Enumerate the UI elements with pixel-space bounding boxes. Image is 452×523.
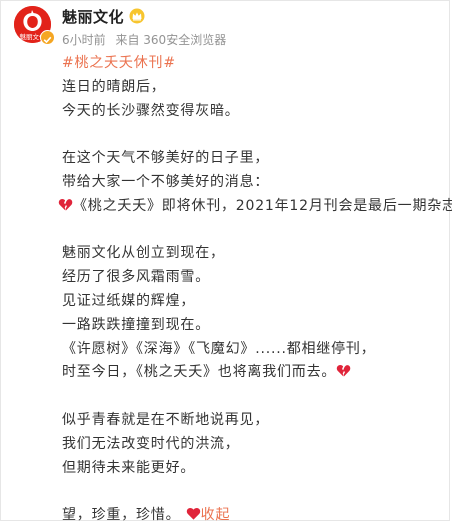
post-header: 魅丽文化 魅丽文化 6小时前 来自 360安全浏览器 [14,0,444,52]
crown-icon[interactable] [129,8,145,24]
content-line-with-icon: 望，珍重，珍惜。 收起 [62,504,442,523]
content-line-text: 《桃之夭夭》即将休刊，2021年12月刊会是最后一期杂志。 [73,197,452,214]
content-line: 《许愿树》《深海》《飞魔幻》......都相继停刊， [62,340,376,357]
broken-heart-icon [58,197,73,212]
verified-badge-icon [40,30,55,45]
collapse-link[interactable]: 收起 [201,507,231,523]
content-line: 魅丽文化从创立到现在， [62,245,225,262]
author-name[interactable]: 魅丽文化 [62,6,124,27]
content-line-with-icon: 时至今日，《桃之夭夭》也将离我们而去。 [62,361,442,385]
content-line-text: 时至今日，《桃之夭夭》也将离我们而去。 [62,364,337,381]
post-meta: 6小时前 来自 360安全浏览器 [62,31,226,48]
post-content: #桃之夭夭休刊# 连日的晴朗后， 今天的长沙骤然变得灰暗。 在这个天气不够美好的… [58,52,452,523]
topic-link[interactable]: #桃之夭夭休刊# [62,55,176,71]
content-line: 我们无法改变时代的洪流， [62,435,240,452]
content-line: 连日的晴朗后， [62,78,166,95]
content-line: 但期待未来能更好。 [62,459,196,476]
content-line: 经历了很多风霜雨雪。 [62,269,210,286]
content-line-text: 望，珍重，珍惜。 [62,507,181,523]
content-line: 一路跌跌撞撞到现在。 [62,316,210,333]
author-row: 魅丽文化 [62,6,145,26]
content-line: 带给大家一个不够美好的消息： [62,173,270,190]
content-line: 在这个天气不够美好的日子里， [62,150,270,167]
content-line: 今天的长沙骤然变得灰暗。 [62,102,240,119]
heart-icon [186,506,201,521]
content-line: 见证过纸媒的辉煌， [62,292,196,309]
weibo-post: 魅丽文化 魅丽文化 6小时前 来自 360安全浏览器 #桃之夭夭休刊# 连日的晴… [14,0,452,523]
content-line-with-icon: 《桃之夭夭》即将休刊，2021年12月刊会是最后一期杂志。 [58,195,452,219]
broken-heart-icon [336,363,351,378]
post-time[interactable]: 6小时前 [62,33,106,47]
content-line: 似乎青春就是在不断地说再见， [62,411,270,428]
post-source: 来自 360安全浏览器 [115,33,227,47]
